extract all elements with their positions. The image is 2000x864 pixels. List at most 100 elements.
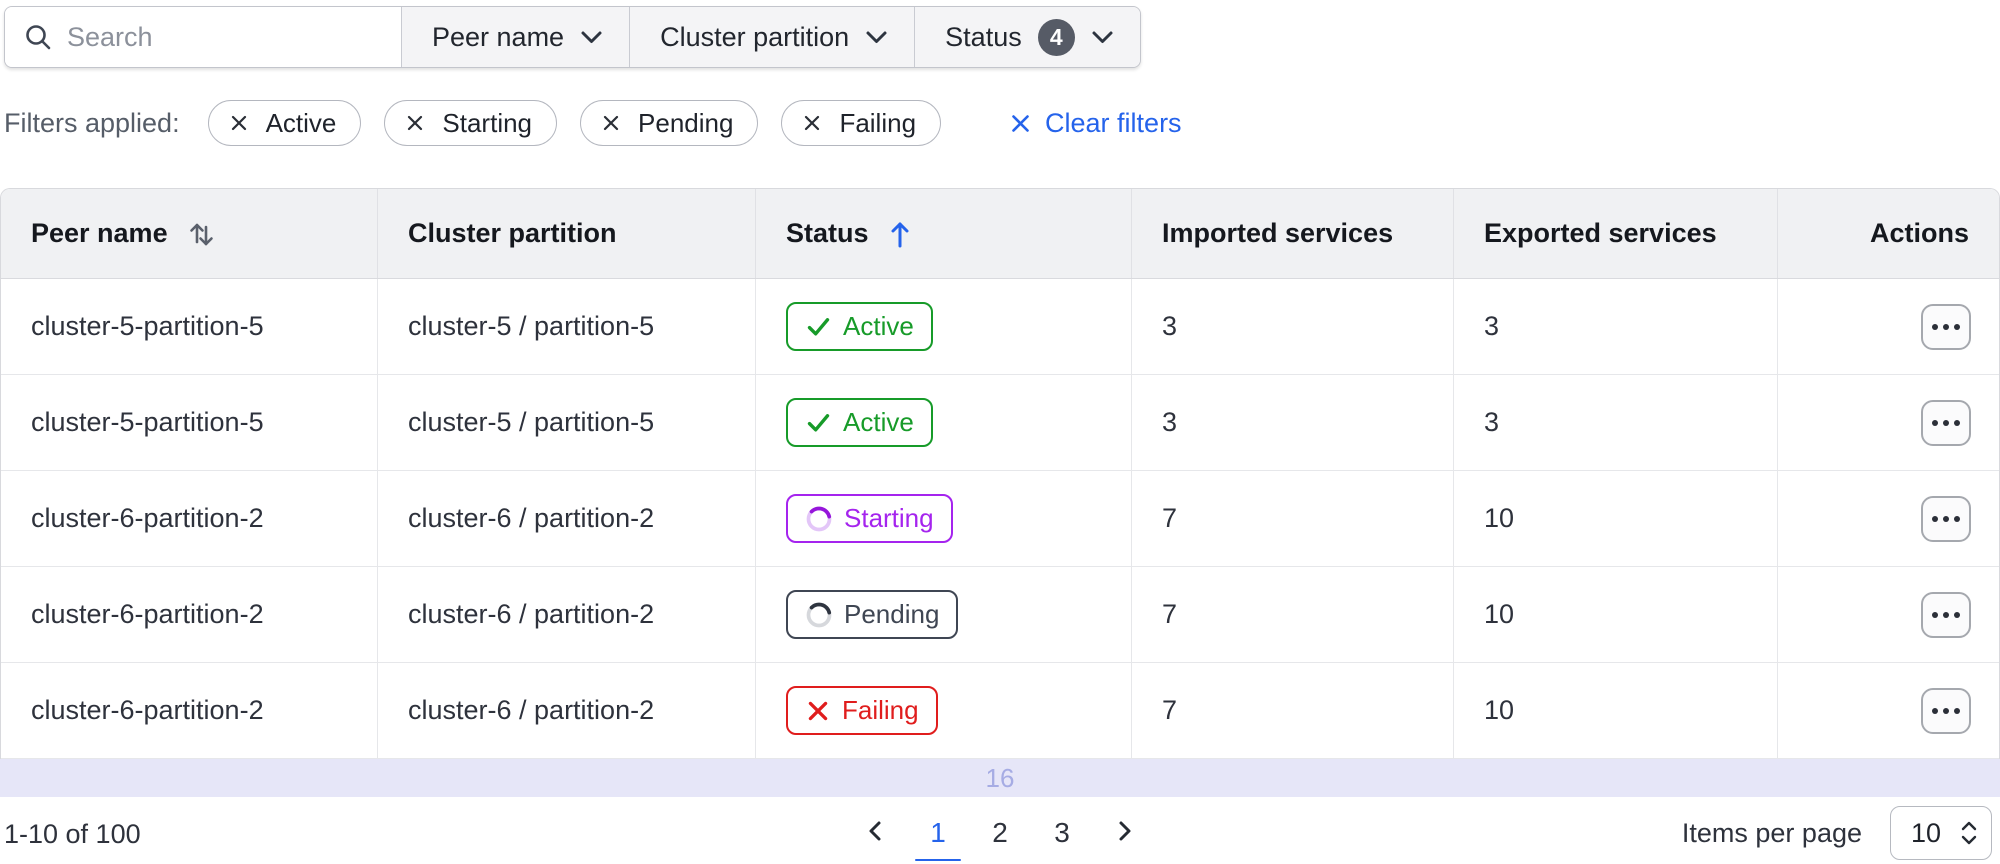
column-header-exported-services: Exported services: [1454, 189, 1778, 278]
pager: 1 2 3: [851, 797, 1149, 864]
clear-filters-button[interactable]: Clear filters: [1009, 108, 1182, 139]
ellipsis-icon: [1932, 323, 1938, 330]
previous-page-button[interactable]: [851, 801, 901, 861]
arrow-up-icon[interactable]: [887, 219, 913, 249]
table-row: cluster-6-partition-2 cluster-6 / partit…: [1, 663, 1999, 759]
cluster-partition-cell: cluster-5 / partition-5: [378, 279, 756, 374]
x-icon: [229, 113, 249, 133]
x-icon: [805, 698, 831, 724]
peer-name-cell: cluster-6-partition-2: [1, 663, 378, 758]
page-button-1[interactable]: 1: [913, 801, 963, 861]
search-input[interactable]: [67, 21, 421, 53]
pagination-range-text: 1-10 of 100: [4, 818, 141, 849]
row-actions-button[interactable]: [1921, 399, 1971, 446]
status-badge: Active: [786, 302, 933, 351]
status-badge: Pending: [786, 590, 959, 639]
filter-toolbar: Peer name Cluster partition Status 4: [4, 6, 2000, 68]
row-actions-button[interactable]: [1921, 591, 1971, 638]
cluster-partition-cell: cluster-5 / partition-5: [378, 375, 756, 470]
current-page-underline: [915, 859, 961, 861]
chevron-down-icon: [865, 30, 888, 45]
exported-services-cell: 10: [1454, 567, 1778, 662]
chevron-down-icon: [1091, 30, 1114, 45]
peer-name-cell: cluster-6-partition-2: [1, 471, 378, 566]
cluster-partition-cell: cluster-6 / partition-2: [378, 663, 756, 758]
clear-filters-label: Clear filters: [1045, 107, 1182, 138]
items-per-page-value: 10: [1911, 817, 1942, 848]
row-actions-button[interactable]: [1921, 495, 1971, 542]
ellipsis-icon: [1932, 419, 1938, 426]
imported-services-cell: 7: [1132, 567, 1454, 662]
filter-chip-starting[interactable]: Starting: [384, 100, 558, 146]
actions-cell: [1778, 663, 1999, 758]
status-badge: Failing: [786, 686, 938, 735]
column-header-cluster-partition: Cluster partition: [378, 189, 756, 278]
row-actions-button[interactable]: [1921, 303, 1971, 350]
sort-arrows-icon[interactable]: [186, 218, 218, 250]
x-icon: [601, 113, 621, 133]
peer-name-filter-dropdown[interactable]: Peer name: [401, 7, 630, 67]
cluster-partition-cell: cluster-6 / partition-2: [378, 471, 756, 566]
status-filter-count-badge: 4: [1037, 18, 1075, 56]
filter-chip-pending[interactable]: Pending: [580, 100, 759, 146]
cluster-partition-cell: cluster-6 / partition-2: [378, 567, 756, 662]
x-icon: [405, 113, 425, 133]
imported-services-cell: 3: [1132, 279, 1454, 374]
column-header-status[interactable]: Status: [756, 189, 1132, 278]
check-icon: [805, 313, 832, 340]
spinner-icon: [805, 601, 833, 629]
filter-chip-label: Failing: [839, 107, 917, 138]
status-badge: Active: [786, 398, 933, 447]
items-per-page-select[interactable]: 10: [1890, 806, 1992, 860]
status-filter-label: Status: [945, 21, 1022, 52]
filter-chip-label: Active: [265, 107, 337, 138]
items-per-page-group: Items per page 10: [1682, 802, 1992, 860]
ellipsis-icon: [1932, 515, 1938, 522]
items-per-page-label: Items per page: [1681, 817, 1862, 848]
check-icon: [805, 409, 832, 436]
status-cell: Pending: [756, 567, 1132, 662]
imported-services-cell: 7: [1132, 471, 1454, 566]
filters-applied-label: Filters applied:: [4, 107, 180, 138]
ellipsis-icon: [1932, 611, 1938, 618]
table-row: cluster-5-partition-5 cluster-5 / partit…: [1, 375, 1999, 471]
status-badge: Starting: [786, 494, 953, 543]
filter-group: Peer name Cluster partition Status 4: [4, 6, 1141, 68]
status-cell: Starting: [756, 471, 1132, 566]
peer-name-filter-label: Peer name: [432, 21, 565, 52]
chevron-right-icon: [1112, 819, 1136, 843]
search-input-wrapper: [5, 7, 421, 67]
actions-cell: [1778, 471, 1999, 566]
chevron-down-icon: [580, 30, 603, 45]
filter-chip-failing[interactable]: Failing: [781, 100, 942, 146]
filter-chip-active[interactable]: Active: [207, 100, 362, 146]
column-header-actions: Actions: [1869, 218, 1969, 248]
filter-chip-label: Starting: [442, 107, 533, 138]
exported-services-cell: 10: [1454, 663, 1778, 758]
table-row: cluster-6-partition-2 cluster-6 / partit…: [1, 567, 1999, 663]
row-actions-button[interactable]: [1921, 687, 1971, 734]
table-row: cluster-5-partition-5 cluster-5 / partit…: [1, 279, 1999, 375]
cluster-partition-filter-label: Cluster partition: [660, 21, 850, 52]
applied-filters-row: Filters applied: Active Starting Pending…: [4, 100, 2000, 146]
partial-row-indicator: 16: [0, 759, 2000, 797]
peers-table: Peer name Cluster partition Status Impor…: [0, 188, 2000, 759]
table-header-row: Peer name Cluster partition Status Impor…: [1, 189, 1999, 279]
page-button-3[interactable]: 3: [1037, 801, 1087, 861]
spinner-icon: [805, 505, 833, 533]
pagination-bar: 1-10 of 100 1 2 3 Items per page 10: [0, 797, 2000, 864]
actions-cell: [1778, 279, 1999, 374]
page-button-2[interactable]: 2: [975, 801, 1025, 861]
status-filter-dropdown[interactable]: Status 4: [914, 7, 1140, 67]
ellipsis-icon: [1932, 707, 1938, 714]
status-cell: Active: [756, 375, 1132, 470]
search-icon: [23, 22, 53, 52]
cluster-partition-filter-dropdown[interactable]: Cluster partition: [629, 7, 915, 67]
next-page-button[interactable]: [1099, 801, 1149, 861]
status-cell: Active: [756, 279, 1132, 374]
column-header-peer-name[interactable]: Peer name: [1, 189, 378, 278]
imported-services-cell: 3: [1132, 375, 1454, 470]
actions-cell: [1778, 375, 1999, 470]
peer-name-cell: cluster-6-partition-2: [1, 567, 378, 662]
filter-chip-label: Pending: [638, 107, 734, 138]
